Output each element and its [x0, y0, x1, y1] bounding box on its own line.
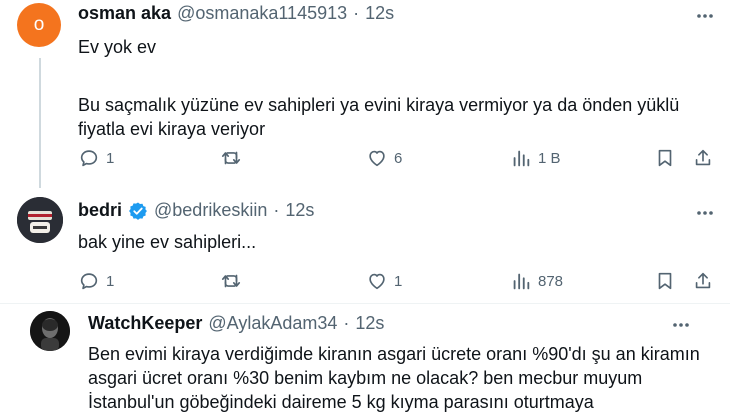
author-name[interactable]: osman aka: [78, 3, 171, 24]
tweet-osman[interactable]: o osman aka @osmanaka1145913 · 12s Ev yo…: [0, 0, 730, 190]
tweet-bedri[interactable]: bedri @bedrikeskiin · 12s bak yine ev sa…: [0, 190, 730, 300]
reply-icon: [78, 147, 100, 169]
like-icon: [366, 147, 388, 169]
like-count: 6: [394, 149, 403, 167]
bookmark-icon: [654, 270, 676, 292]
author-handle[interactable]: @bedrikeskiin: [154, 200, 267, 221]
retweet-button[interactable]: [220, 270, 242, 292]
tweet-text-line: asgari ücret oranı %30 benim kaybım ne o…: [88, 368, 643, 388]
reply-button[interactable]: 1: [78, 147, 114, 169]
tweet-header: WatchKeeper @AylakAdam34 · 12s: [88, 313, 384, 334]
like-button[interactable]: 1: [366, 270, 402, 292]
verified-icon: [128, 201, 148, 221]
timestamp[interactable]: 12s: [285, 200, 314, 221]
like-button[interactable]: 6: [366, 147, 402, 169]
reply-count: 1: [106, 272, 115, 290]
share-icon: [692, 147, 714, 169]
tweet-actions: 1 6 1 B: [78, 147, 718, 171]
tweet-text-line: Ben evimi kiraya verdiğimde kiranın asga…: [88, 344, 700, 364]
bookmark-button[interactable]: [654, 147, 676, 169]
share-button[interactable]: [692, 270, 714, 292]
separator-dot: ·: [273, 200, 280, 220]
avatar-letter: o: [33, 14, 45, 35]
views-button[interactable]: 878: [510, 270, 563, 292]
bookmark-button[interactable]: [654, 270, 676, 292]
tweet-actions: 1 1 878: [78, 270, 718, 294]
author-handle[interactable]: @osmanaka1145913: [177, 3, 347, 24]
reply-button[interactable]: 1: [78, 270, 114, 292]
tweet-text-line: fiyatla evi kiraya veriyor: [78, 119, 266, 139]
avatar[interactable]: o: [17, 3, 61, 47]
separator-dot: ·: [343, 313, 350, 333]
avatar[interactable]: [30, 311, 70, 351]
like-icon: [366, 270, 388, 292]
tweet-header: bedri @bedrikeskiin · 12s: [78, 200, 314, 221]
author-handle[interactable]: @AylakAdam34: [208, 313, 337, 334]
retweet-button[interactable]: [220, 147, 242, 169]
tweet-text-line: Ev yok ev: [78, 37, 157, 57]
tweet-text: bak yine ev sahipleri...: [78, 230, 256, 254]
tweet-header: osman aka @osmanaka1145913 · 12s: [78, 3, 394, 24]
reply-count: 1: [106, 149, 115, 167]
share-button[interactable]: [692, 147, 714, 169]
views-button[interactable]: 1 B: [510, 147, 561, 169]
views-icon: [510, 147, 532, 169]
retweet-icon: [220, 270, 242, 292]
author-name[interactable]: WatchKeeper: [88, 313, 202, 334]
tweet-text-line: İstanbul'un göbeğindeki daireme 5 kg kıy…: [88, 392, 594, 412]
tweet-text-line: bak yine ev sahipleri...: [78, 232, 257, 252]
views-count: 1 B: [538, 149, 561, 167]
retweet-icon: [220, 147, 242, 169]
share-icon: [692, 270, 714, 292]
tweet-text-blank: [78, 59, 679, 83]
tweet-text-line: Bu saçmalık yüzüne ev sahipleri ya evini…: [78, 95, 680, 115]
more-icon[interactable]: [670, 314, 692, 336]
more-icon[interactable]: [694, 202, 716, 224]
more-icon[interactable]: [694, 5, 716, 27]
tweet-text: Ev yok ev Bu saçmalık yüzüne ev sahipler…: [78, 35, 679, 141]
like-count: 1: [394, 272, 403, 290]
reply-icon: [78, 270, 100, 292]
avatar-image: [17, 197, 63, 243]
tweet-text: Ben evimi kiraya verdiğimde kiranın asga…: [88, 342, 700, 414]
bookmark-icon: [654, 147, 676, 169]
views-icon: [510, 270, 532, 292]
separator-dot: ·: [353, 3, 360, 23]
timestamp[interactable]: 12s: [365, 3, 394, 24]
views-count: 878: [538, 272, 564, 290]
avatar[interactable]: [17, 197, 63, 243]
tweet-watchkeeper[interactable]: WatchKeeper @AylakAdam34 · 12s Ben evimi…: [0, 304, 730, 420]
author-name[interactable]: bedri: [78, 200, 122, 221]
avatar-image: [30, 311, 70, 351]
timestamp[interactable]: 12s: [355, 313, 384, 334]
